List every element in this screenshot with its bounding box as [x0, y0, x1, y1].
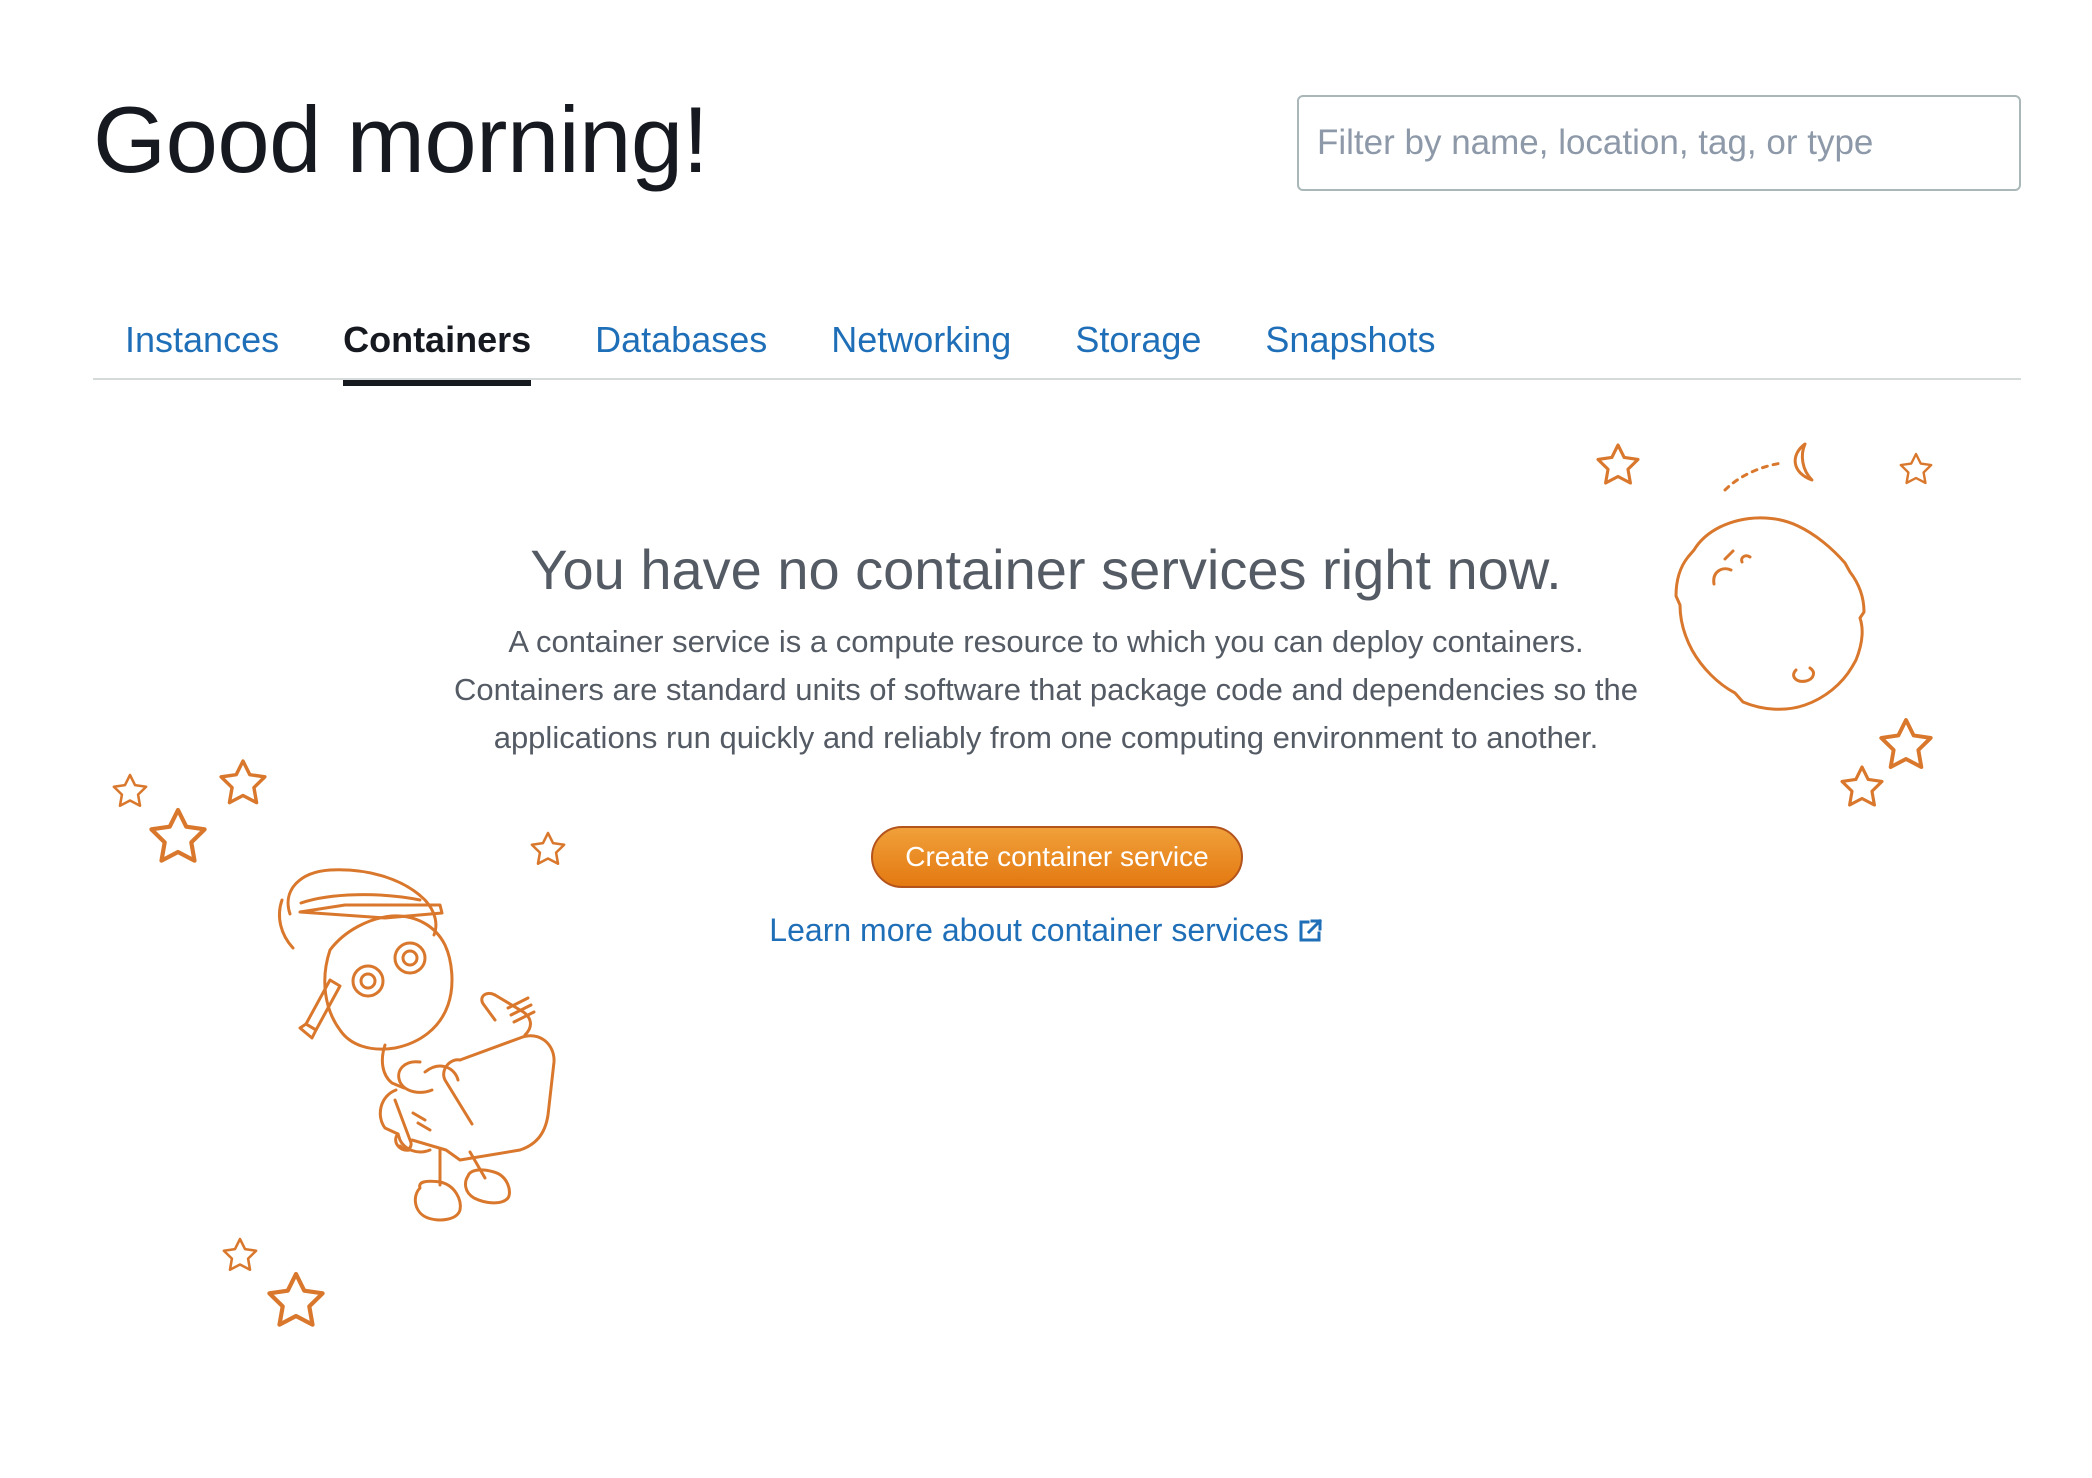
- tab-databases[interactable]: Databases: [563, 310, 799, 378]
- filter-search-input[interactable]: [1297, 95, 2021, 191]
- tab-storage[interactable]: Storage: [1043, 310, 1233, 378]
- star-icon: [1879, 718, 1933, 770]
- create-container-service-button[interactable]: Create container service: [871, 826, 1243, 888]
- star-icon: [219, 759, 267, 805]
- star-icon: [222, 1237, 258, 1272]
- empty-state-description: A container service is a compute resourc…: [454, 624, 1638, 755]
- star-icon: [1899, 452, 1933, 485]
- tab-containers[interactable]: Containers: [311, 310, 563, 386]
- page-greeting: Good morning!: [93, 87, 709, 192]
- star-icon: [112, 773, 148, 808]
- star-icon: [530, 831, 566, 866]
- tab-snapshots[interactable]: Snapshots: [1233, 310, 1467, 378]
- tab-networking[interactable]: Networking: [799, 310, 1043, 378]
- resource-tabs: Instances Containers Databases Networkin…: [93, 310, 2021, 386]
- learn-more-link[interactable]: Learn more about container services: [0, 910, 2092, 953]
- external-link-icon: [1297, 913, 1323, 953]
- learn-more-label: Learn more about container services: [769, 912, 1289, 948]
- star-icon: [1596, 443, 1640, 485]
- empty-state-title: You have no container services right now…: [530, 538, 1562, 601]
- star-icon: [151, 810, 204, 861]
- star-icon: [269, 1274, 322, 1325]
- star-icon: [1840, 765, 1884, 807]
- tab-instances[interactable]: Instances: [93, 310, 311, 378]
